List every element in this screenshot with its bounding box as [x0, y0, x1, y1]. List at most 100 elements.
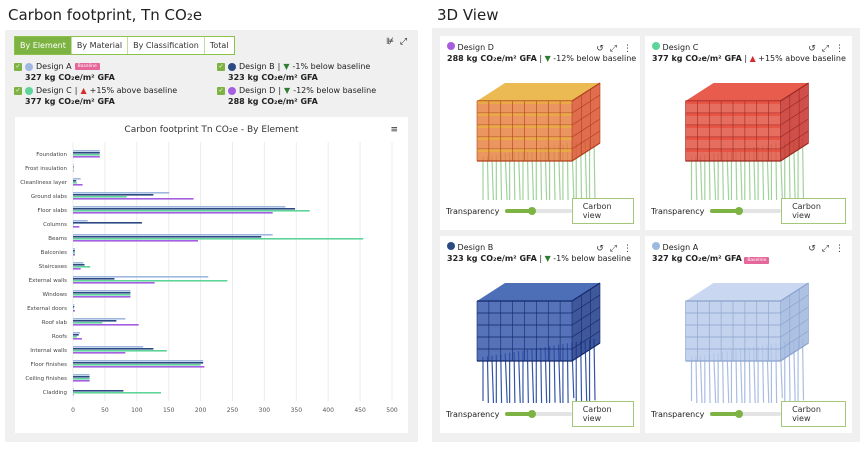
bar-design-c-columns [73, 224, 74, 226]
expand-icon[interactable]: ⤢ [400, 37, 407, 47]
more-options-icon[interactable]: ⋮ [623, 244, 632, 254]
pile [491, 155, 494, 200]
series-name: Design A [36, 62, 72, 71]
bar-design-d-external-doors [73, 310, 75, 312]
category-label: Ceiling finishes [25, 376, 67, 382]
category-label: Ground slabs [31, 194, 67, 200]
delta-text: -1% below baseline [292, 62, 371, 71]
reset-view-icon[interactable]: ↺ [596, 44, 604, 54]
bar-design-b-roof-slab [73, 320, 117, 322]
bar-design-b-external-doors [73, 306, 75, 308]
series-value: 377 kg CO₂e/m² GFA [25, 97, 115, 106]
carbon-view-button[interactable]: Carbon view [781, 198, 846, 224]
expand-icon[interactable]: ⤢ [822, 244, 829, 254]
category-label: Internal walls [30, 348, 67, 354]
bar-design-c-floor-slabs [73, 210, 310, 212]
category-label: Roofs [52, 334, 67, 340]
x-tick-label: 50 [101, 407, 109, 414]
more-options-icon[interactable]: ⋮ [623, 44, 632, 54]
transparency-slider[interactable] [710, 207, 782, 215]
tab-by-element[interactable]: By Element [15, 37, 72, 54]
building-3d-model[interactable] [645, 66, 852, 200]
design-value: 288 kg CO₂e/m² GFA [447, 54, 537, 63]
reset-view-icon[interactable]: ↺ [808, 244, 816, 254]
baseline-badge: Baseline [744, 257, 770, 264]
category-label: Frost insulation [25, 166, 67, 172]
design-card-design-d: Design D 288 kg CO₂e/m² GFA | ▼ -12% belo… [440, 36, 640, 230]
design-value: 377 kg CO₂e/m² GFA [652, 54, 742, 63]
expand-icon[interactable]: ⤢ [610, 44, 617, 54]
bar-design-d-ground-slabs [73, 198, 194, 200]
bar-design-a-foundation [73, 150, 100, 152]
bar-design-b-foundation [73, 152, 100, 154]
design-value: 327 kg CO₂e/m² GFA [652, 254, 742, 263]
bar-design-a-roof-slab [73, 318, 126, 320]
bar-design-b-cleanliness-layer [73, 180, 77, 182]
series-name: Design B [239, 62, 275, 71]
x-tick-label: 150 [163, 407, 175, 414]
legend-item-design-b: ✓ Design B | ▼ -1% below baseline 323 kg CO₂e… [217, 62, 371, 82]
bar-design-d-cleanliness-layer [73, 184, 83, 186]
bar-design-b-ceiling-finishes [73, 376, 90, 378]
carbon-view-button[interactable]: Carbon view [571, 401, 634, 427]
slider-knob[interactable] [527, 207, 536, 215]
series-checkbox[interactable]: ✓ [217, 62, 225, 71]
pile [699, 355, 703, 403]
series-checkbox[interactable]: ✓ [14, 86, 22, 95]
chart-settings-icon[interactable]: ⊯ [386, 37, 394, 47]
bar-chart: 0 50 100 150 200 250 300 350 400 450 500 Foundation… [20, 142, 398, 414]
slider-knob[interactable] [734, 207, 743, 215]
design-name: Design C [662, 43, 699, 52]
bar-design-b-windows [73, 292, 131, 294]
transparency-slider[interactable] [710, 410, 782, 418]
slider-knob[interactable] [527, 410, 536, 418]
reset-view-icon[interactable]: ↺ [596, 244, 604, 254]
bar-design-a-internal-walls [73, 346, 144, 348]
bar-design-c-roofs [73, 336, 77, 338]
view-tabs: By Element By Material By Classification… [14, 36, 235, 55]
slider-knob[interactable] [734, 410, 743, 418]
bar-design-d-internal-walls [73, 352, 126, 354]
series-checkbox[interactable]: ✓ [217, 86, 225, 95]
x-tick-label: 250 [227, 407, 239, 414]
carbon-view-button[interactable]: Carbon view [781, 401, 846, 427]
x-tick-label: 200 [195, 407, 207, 414]
category-label: Balconies [41, 250, 67, 256]
bar-design-c-roof-slab [73, 322, 103, 324]
bar-design-d-ceiling-finishes [73, 380, 90, 382]
tab-by-classification[interactable]: By Classification [128, 37, 205, 54]
carbon-view-button[interactable]: Carbon view [571, 198, 634, 224]
design-value: 323 kg CO₂e/m² GFA [447, 254, 537, 263]
bar-design-c-windows [73, 294, 131, 296]
design-color-dot [447, 242, 455, 250]
bar-design-c-balconies [73, 252, 75, 254]
design-name: Design D [457, 43, 494, 52]
bar-design-c-cleanliness-layer [73, 182, 77, 184]
tab-by-material[interactable]: By Material [72, 37, 129, 54]
transparency-slider[interactable] [505, 410, 572, 418]
bar-design-d-floor-finishes [73, 366, 205, 368]
tab-total[interactable]: Total [205, 37, 234, 54]
transparency-slider[interactable] [505, 207, 572, 215]
more-options-icon[interactable]: ⋮ [835, 44, 844, 54]
bar-design-b-floor-slabs [73, 208, 296, 210]
trend-down-icon: ▼ [544, 254, 551, 263]
series-color-dot [228, 62, 236, 71]
bar-design-a-windows [73, 290, 131, 292]
delta-text: -12% below baseline [293, 86, 377, 95]
expand-icon[interactable]: ⤢ [822, 44, 829, 54]
series-value: 327 kg CO₂e/m² GFA [25, 73, 115, 82]
delta-text: +15% above baseline [89, 86, 178, 95]
category-label: External doors [27, 306, 67, 312]
expand-icon[interactable]: ⤢ [610, 244, 617, 254]
category-label: Floor slabs [37, 208, 67, 214]
building-3d-model[interactable] [645, 266, 852, 403]
building-3d-model[interactable] [440, 266, 640, 403]
more-options-icon[interactable]: ⋮ [835, 244, 844, 254]
bar-design-a-cleanliness-layer [73, 178, 81, 180]
series-checkbox[interactable]: ✓ [14, 62, 22, 71]
reset-view-icon[interactable]: ↺ [808, 44, 816, 54]
building-3d-model[interactable] [440, 66, 640, 200]
bar-design-b-roofs [73, 334, 79, 336]
bar-design-a-ground-slabs [73, 192, 170, 194]
